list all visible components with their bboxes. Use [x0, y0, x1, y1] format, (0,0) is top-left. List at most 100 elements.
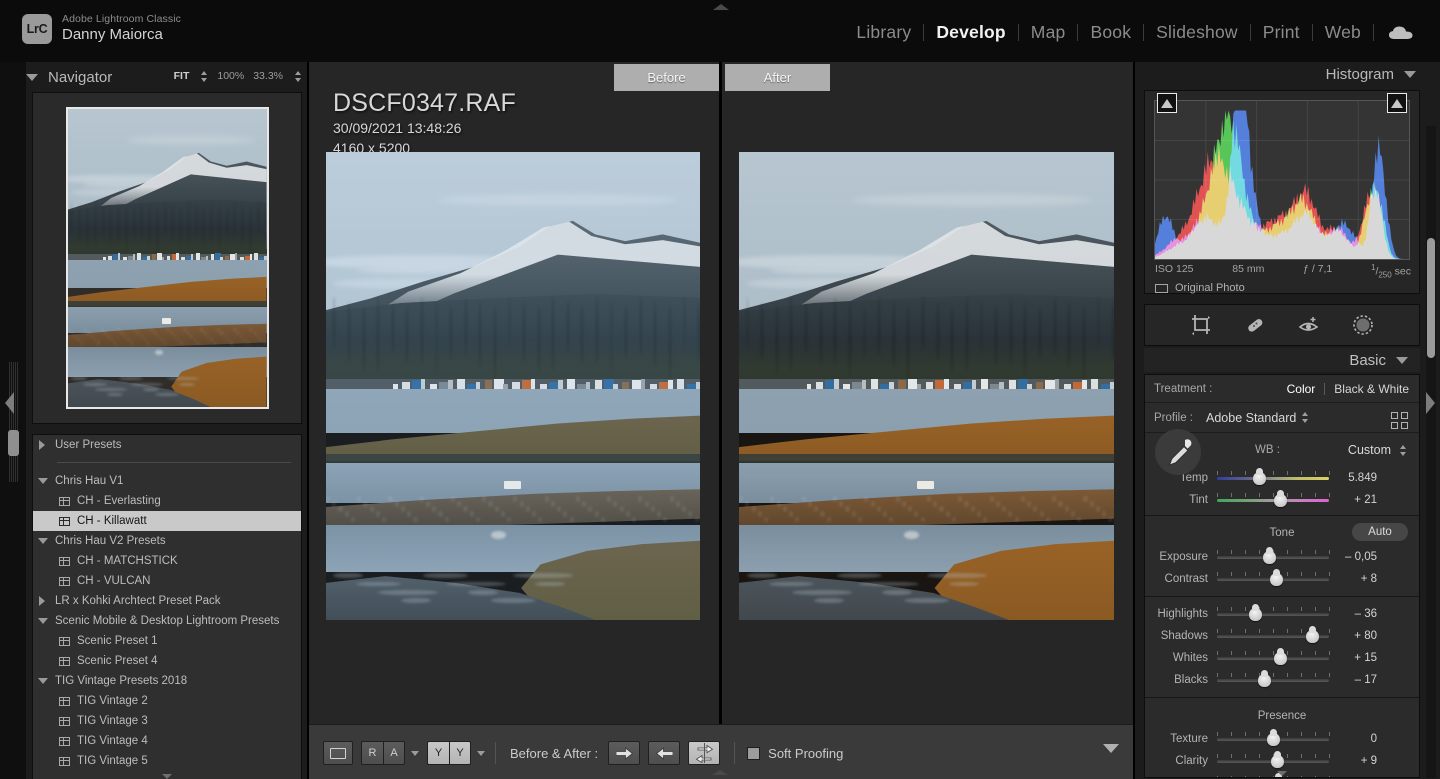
module-book[interactable]: Book — [1078, 22, 1143, 43]
shadow-clipping-button[interactable] — [1157, 93, 1177, 113]
white-balance-value[interactable]: Custom — [1348, 443, 1391, 457]
slider-handle[interactable] — [1248, 608, 1262, 621]
slider-track[interactable] — [1217, 470, 1330, 486]
chevron-right-icon[interactable] — [39, 596, 45, 606]
copy-before-to-after-button[interactable] — [648, 741, 681, 765]
spot-removal-button[interactable] — [1242, 312, 1268, 338]
slider-handle[interactable] — [1253, 472, 1267, 485]
slider-track[interactable] — [1217, 549, 1330, 565]
compare-view-button[interactable]: R — [361, 741, 383, 765]
white-balance-selector-icon[interactable] — [1155, 429, 1201, 475]
chevron-down-icon[interactable] — [38, 678, 48, 684]
zoom-custom-stepper-icon[interactable] — [295, 70, 302, 82]
slider-texture[interactable]: Texture 0 — [1145, 728, 1419, 750]
before-photo[interactable] — [326, 152, 700, 620]
left-panel-scroll-thumb[interactable] — [8, 430, 19, 456]
module-develop[interactable]: Develop — [924, 22, 1017, 43]
module-map[interactable]: Map — [1019, 22, 1078, 43]
histogram-graph[interactable] — [1154, 100, 1410, 260]
slider-handle[interactable] — [1272, 777, 1285, 778]
zoom-custom-button[interactable]: 33.3% — [253, 70, 283, 82]
toolbar-options-chevron-down-icon[interactable] — [1103, 744, 1119, 753]
preset-item-row[interactable]: TIG Vintage 4 — [33, 731, 301, 751]
soft-proofing-checkbox[interactable] — [747, 746, 761, 760]
auto-tone-button[interactable]: Auto — [1352, 523, 1408, 541]
module-print[interactable]: Print — [1251, 22, 1312, 43]
module-slideshow[interactable]: Slideshow — [1144, 22, 1250, 43]
slider-value[interactable]: – 36 — [1329, 608, 1383, 620]
presets-scroll-down-icon[interactable] — [162, 774, 172, 779]
compare-view-button-a[interactable]: A — [383, 741, 405, 765]
slider-track[interactable] — [1217, 775, 1330, 778]
basic-panel-header[interactable]: Basic — [1144, 348, 1420, 372]
masking-button[interactable] — [1350, 312, 1376, 338]
slider-highlights[interactable]: Highlights – 36 — [1145, 603, 1419, 625]
preset-item-row[interactable]: CH - VULCAN — [33, 571, 301, 591]
slider-track[interactable] — [1217, 606, 1330, 622]
slider-track[interactable] — [1217, 731, 1330, 747]
original-photo-toggle[interactable]: Original Photo — [1155, 282, 1245, 294]
profile-browser-icon[interactable] — [1391, 412, 1408, 429]
preset-item-row[interactable]: TIG Vintage 2 — [33, 691, 301, 711]
slider-handle[interactable] — [1263, 551, 1277, 564]
preset-item-row[interactable]: Scenic Preset 4 — [33, 651, 301, 671]
slider-exposure[interactable]: Exposure – 0,05 — [1145, 546, 1419, 568]
profile-stepper-icon[interactable] — [1302, 412, 1309, 423]
slider-value[interactable]: + 80 — [1329, 630, 1383, 642]
preset-item-row[interactable]: Scenic Preset 1 — [33, 631, 301, 651]
slider-track[interactable] — [1217, 753, 1330, 769]
chevron-down-icon[interactable] — [1396, 356, 1408, 364]
after-photo[interactable] — [739, 152, 1114, 620]
slider-value[interactable]: + 15 — [1329, 652, 1383, 664]
slider-handle[interactable] — [1266, 733, 1280, 746]
chevron-down-icon[interactable] — [38, 538, 48, 544]
slider-handle[interactable] — [1274, 494, 1288, 507]
filmstrip-drag-handle[interactable] — [712, 770, 728, 776]
navigator-header[interactable]: Navigator FIT 100% 33.3% — [26, 64, 308, 90]
chevron-down-icon[interactable] — [38, 478, 48, 484]
preset-group-row[interactable]: Chris Hau V2 Presets — [33, 531, 301, 551]
slider-value[interactable]: – 0,05 — [1329, 551, 1383, 563]
module-library[interactable]: Library — [844, 22, 923, 43]
right-panel-scrollbar-track[interactable] — [1426, 126, 1436, 778]
right-panel-collapse-arrow[interactable] — [1426, 392, 1435, 414]
slider-handle[interactable] — [1270, 755, 1284, 768]
navigator-preview[interactable] — [32, 92, 302, 424]
highlight-clipping-button[interactable] — [1387, 93, 1407, 113]
slider-value[interactable]: + 10 — [1329, 777, 1383, 778]
histogram-header[interactable]: Histogram — [1326, 66, 1416, 83]
slider-value[interactable]: + 8 — [1329, 573, 1383, 585]
navigator-thumbnail[interactable] — [65, 107, 269, 409]
zoom-100-button[interactable]: 100% — [217, 70, 244, 82]
preset-group-row[interactable]: Scenic Mobile & Desktop Lightroom Preset… — [33, 611, 301, 631]
swap-before-after-button[interactable] — [688, 741, 721, 765]
slider-value[interactable]: + 9 — [1329, 755, 1383, 767]
preset-group-row[interactable]: TIG Vintage Presets 2018 — [33, 671, 301, 691]
slider-whites[interactable]: Whites + 15 — [1145, 647, 1419, 669]
slider-blacks[interactable]: Blacks – 17 — [1145, 669, 1419, 691]
slider-track[interactable] — [1217, 650, 1330, 666]
module-web[interactable]: Web — [1313, 22, 1373, 43]
slider-track[interactable] — [1217, 628, 1330, 644]
crop-overlay-button[interactable] — [1188, 312, 1214, 338]
slider-contrast[interactable]: Contrast + 8 — [1145, 568, 1419, 590]
slider-handle[interactable] — [1305, 630, 1319, 643]
preset-item-row[interactable]: CH - Everlasting — [33, 491, 301, 511]
treatment-bw-option[interactable]: Black & White — [1334, 382, 1409, 396]
preset-item-row[interactable]: TIG Vintage 3 — [33, 711, 301, 731]
slider-handle[interactable] — [1274, 652, 1288, 665]
preset-item-row[interactable]: TIG Vintage 5 — [33, 751, 301, 771]
chevron-down-icon[interactable] — [38, 618, 48, 624]
preset-item-row[interactable]: CH - Killawatt — [33, 511, 301, 531]
slider-track[interactable] — [1217, 492, 1330, 508]
presets-list[interactable]: User Presets Chris Hau V1 CH - Everlasting… — [32, 434, 302, 779]
zoom-fit-stepper-icon[interactable] — [201, 70, 208, 82]
preset-group-row[interactable]: Chris Hau V1 — [33, 471, 301, 491]
basic-scroll-down-icon[interactable] — [1277, 771, 1287, 776]
right-panel-scrollbar-thumb[interactable] — [1427, 238, 1435, 358]
compare-view-menu-icon[interactable] — [411, 750, 419, 756]
left-panel-collapse-arrow[interactable] — [5, 392, 14, 414]
chevron-right-icon[interactable] — [39, 440, 45, 450]
survey-view-button[interactable]: Y — [427, 741, 449, 765]
preset-item-row[interactable]: CH - MATCHSTICK — [33, 551, 301, 571]
